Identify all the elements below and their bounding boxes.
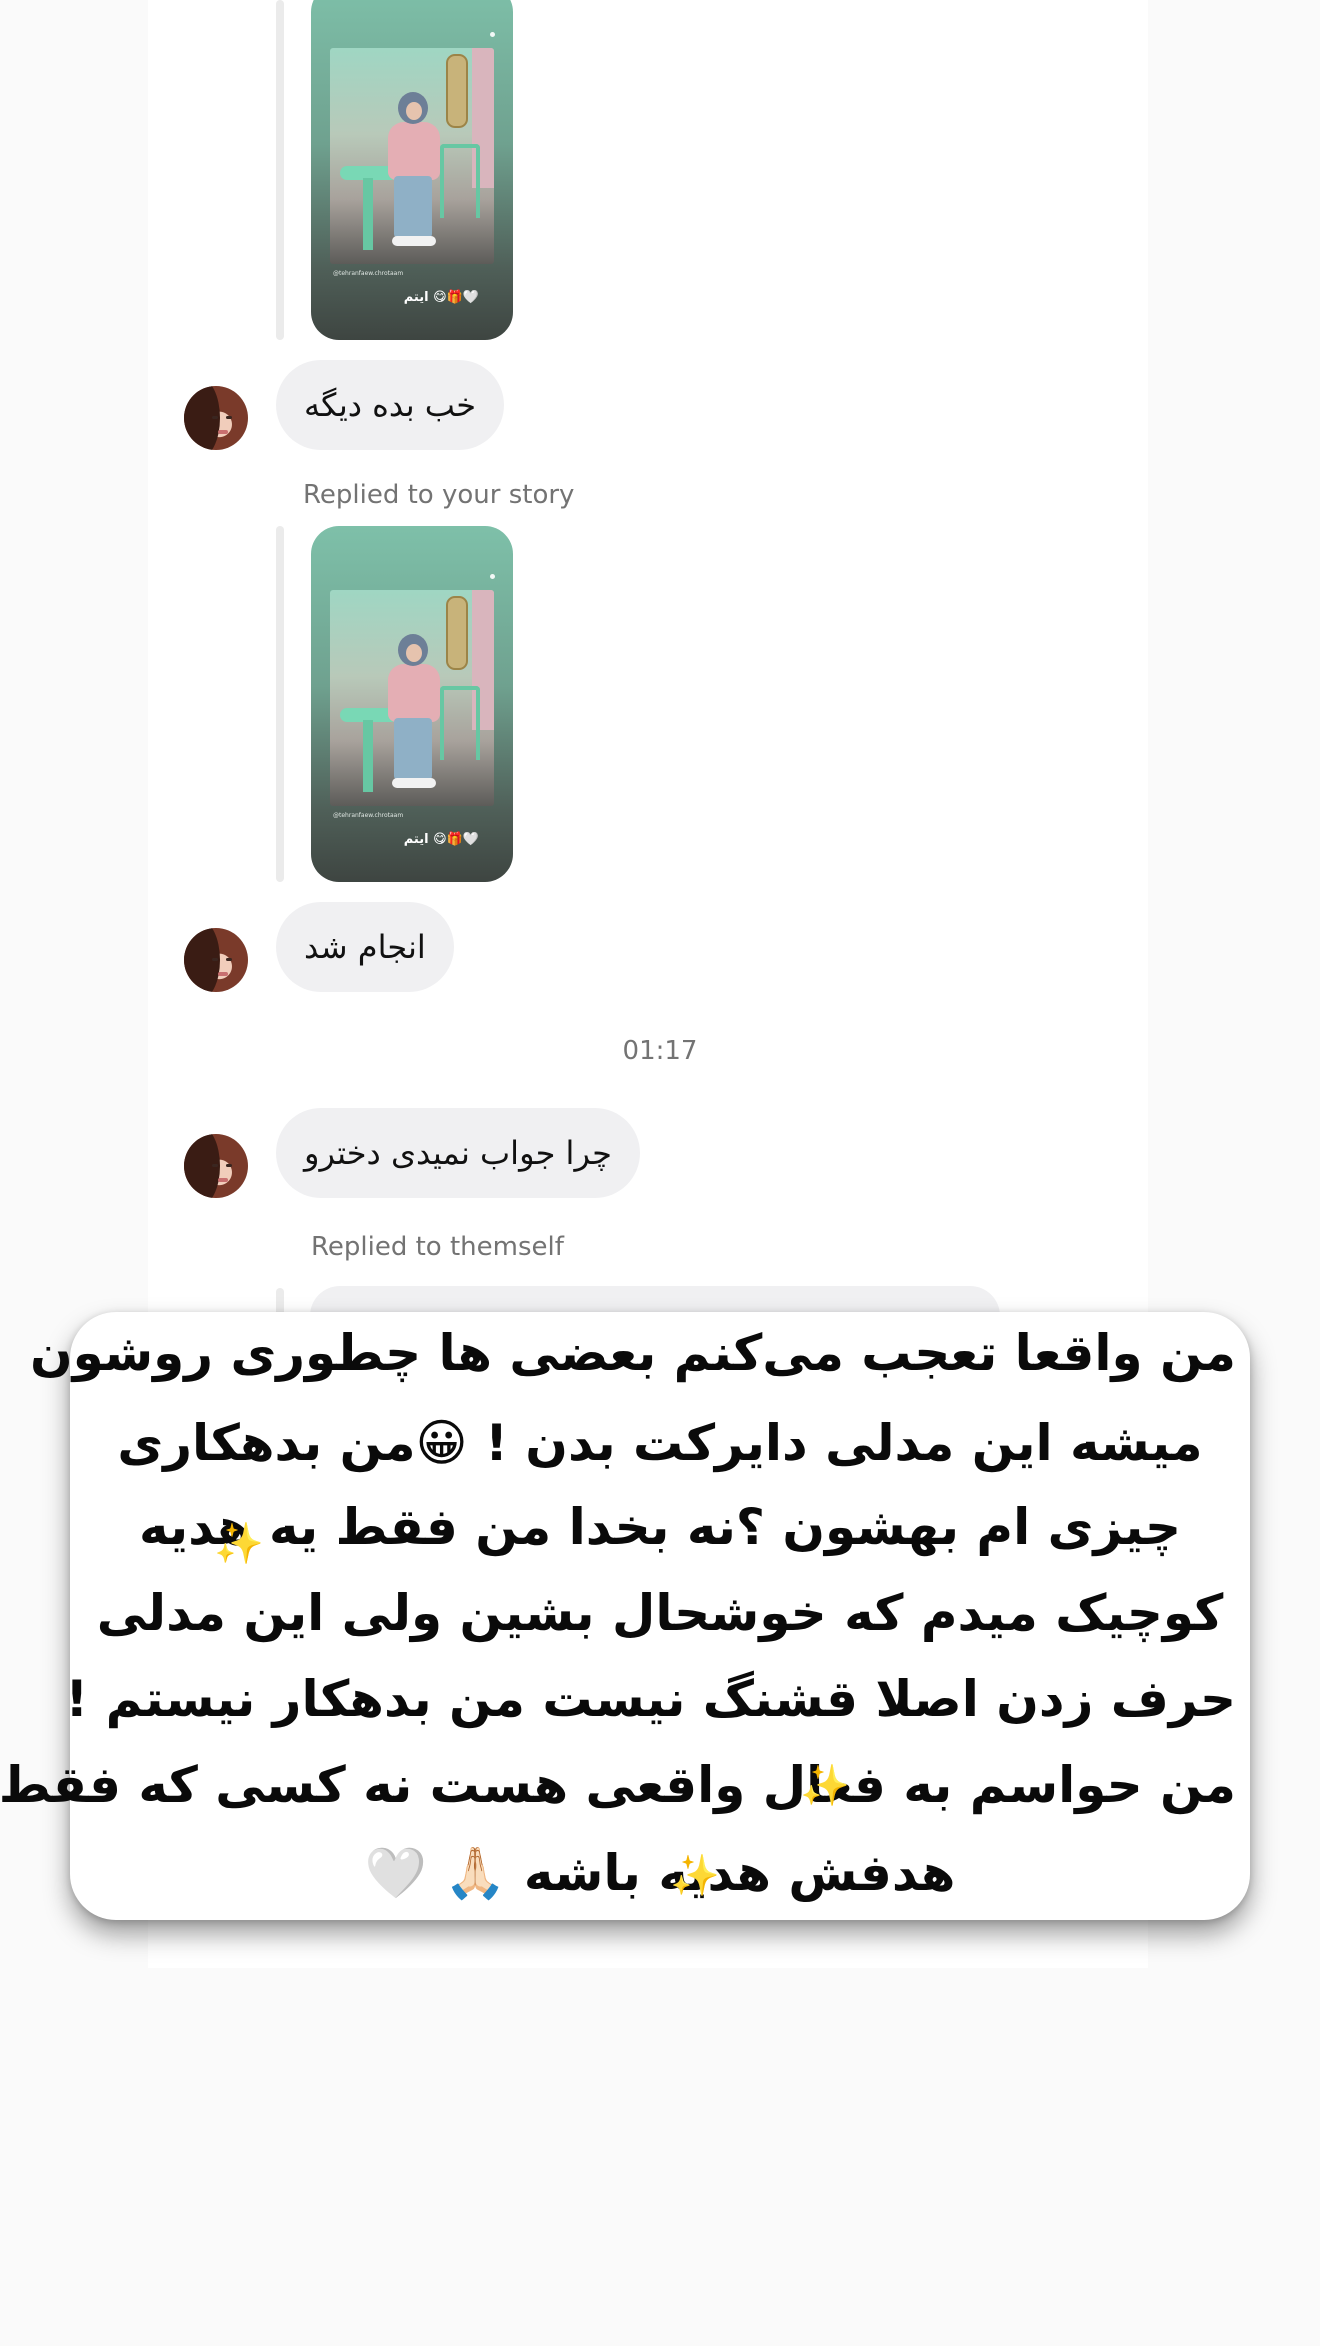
- sparkle-icon: ✨: [800, 1763, 850, 1809]
- reply-quote-bar: [276, 0, 284, 340]
- story-preview[interactable]: @tehranfaew.chrotaam ایتم 😋🎁🤍: [311, 0, 513, 340]
- story-handle: @tehranfaew.chrotaam: [333, 812, 404, 819]
- overlay-text-line: من واقعا تعجب می‌کنم بعضی ها چطوری روشون: [29, 1324, 1237, 1382]
- avatar[interactable]: [184, 1134, 248, 1198]
- story-handle: @tehranfaew.chrotaam: [333, 270, 404, 277]
- story-indicator-dot: [490, 574, 495, 579]
- message-bubble[interactable]: خب بده دیگه: [276, 360, 504, 450]
- message-bubble[interactable]: چرا جواب نمیدی دخترو: [276, 1108, 640, 1198]
- story-caption: ایتم 😋🎁🤍: [403, 290, 479, 305]
- story-preview[interactable]: @tehranfaew.chrotaam ایتم 😋🎁🤍: [311, 526, 513, 882]
- message-bubble[interactable]: انجام شد: [276, 902, 454, 992]
- story-photo: [330, 590, 494, 806]
- reply-meta-label: Replied to your story: [303, 480, 575, 510]
- reply-quote-bar: [276, 526, 284, 882]
- overlay-text-line: من حواسم به فعال واقعی هست نه کسی که فقط: [0, 1756, 1237, 1814]
- story-photo: [330, 48, 494, 264]
- reply-meta-label: Replied to themself: [311, 1232, 564, 1262]
- avatar[interactable]: [184, 386, 248, 450]
- timestamp: 01:17: [622, 1036, 698, 1066]
- overlay-text-line: میشه این مدلی دایرکت بدن ! 😀من بدهکاری: [117, 1414, 1203, 1472]
- sparkle-icon: ✨: [214, 1521, 264, 1567]
- overlay-text-line: هدفش هدیه باشه 🙏🏻 🤍: [364, 1844, 957, 1902]
- story-indicator-dot: [490, 32, 495, 37]
- overlay-text-line: حرف زدن اصلا قشنگ نیست من بدهکار نیستم !: [65, 1670, 1237, 1728]
- sparkle-icon: ✨: [670, 1853, 720, 1899]
- avatar[interactable]: [184, 928, 248, 992]
- story-caption: ایتم 😋🎁🤍: [403, 832, 479, 847]
- overlay-text-line: کوچیک میدم که خوشحال بشین ولی این مدلی: [96, 1584, 1225, 1642]
